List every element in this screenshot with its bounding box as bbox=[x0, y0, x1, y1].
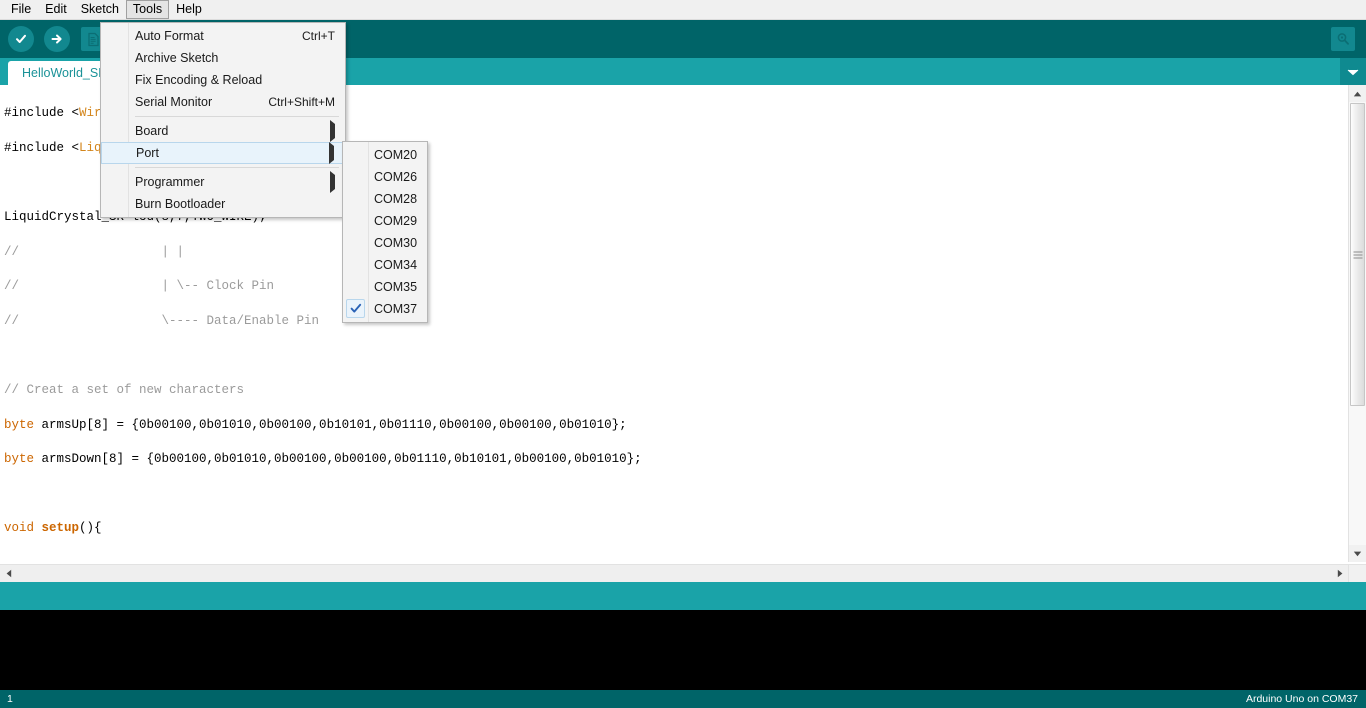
port-label: COM28 bbox=[374, 192, 418, 206]
checkmark-icon bbox=[346, 299, 365, 318]
port-label: COM29 bbox=[374, 214, 418, 228]
submenu-arrow-icon bbox=[330, 171, 335, 193]
tab-menu-button[interactable] bbox=[1340, 58, 1366, 85]
upload-button[interactable] bbox=[42, 24, 72, 54]
menu-file[interactable]: File bbox=[4, 0, 38, 19]
status-bar: 1 Arduino Uno on COM37 bbox=[0, 690, 1366, 708]
menu-item-fix-encoding-reload[interactable]: Fix Encoding & Reload bbox=[101, 69, 345, 91]
port-label: COM35 bbox=[374, 280, 418, 294]
port-item-com28[interactable]: COM28 bbox=[343, 188, 427, 210]
menu-help[interactable]: Help bbox=[169, 0, 209, 19]
menu-separator bbox=[135, 167, 339, 168]
menu-tools[interactable]: Tools bbox=[125, 0, 170, 19]
port-label: COM26 bbox=[374, 170, 418, 184]
menu-item-archive-sketch[interactable]: Archive Sketch bbox=[101, 47, 345, 69]
port-label: COM34 bbox=[374, 258, 418, 272]
editor-vertical-scrollbar[interactable] bbox=[1348, 85, 1366, 562]
arduino-ide-window: File Edit Sketch Tools Help HelloWorld_S… bbox=[0, 0, 1366, 708]
port-item-com30[interactable]: COM30 bbox=[343, 232, 427, 254]
menu-item-board[interactable]: Board bbox=[101, 120, 345, 142]
menu-item-label: Auto Format bbox=[135, 29, 204, 43]
arrow-right-circle-icon bbox=[44, 26, 70, 52]
serial-monitor-magnifier-icon bbox=[1331, 27, 1355, 51]
code-line: void setup(){ bbox=[4, 521, 102, 536]
scroll-right-arrow-icon[interactable] bbox=[1331, 565, 1348, 582]
menu-item-serial-monitor[interactable]: Serial Monitor Ctrl+Shift+M bbox=[101, 91, 345, 113]
port-item-com37[interactable]: COM37 bbox=[343, 298, 427, 320]
menu-sketch[interactable]: Sketch bbox=[74, 0, 126, 19]
tab-label: HelloWorld_SR bbox=[22, 66, 108, 80]
port-item-com29[interactable]: COM29 bbox=[343, 210, 427, 232]
menu-item-auto-format[interactable]: Auto Format Ctrl+T bbox=[101, 25, 345, 47]
scroll-down-arrow-icon[interactable] bbox=[1349, 545, 1366, 562]
code-line: // \---- Data/Enable Pin bbox=[4, 313, 320, 328]
menu-item-label: Burn Bootloader bbox=[135, 197, 226, 211]
scroll-grip-icon bbox=[1353, 249, 1362, 260]
console-output[interactable] bbox=[0, 610, 1366, 690]
tools-dropdown-menu: Auto Format Ctrl+T Archive Sketch Fix En… bbox=[100, 22, 346, 218]
port-label: COM37 bbox=[374, 302, 418, 316]
menu-item-label: Port bbox=[136, 146, 159, 160]
menu-edit[interactable]: Edit bbox=[38, 0, 74, 19]
board-port-status: Arduino Uno on COM37 bbox=[1245, 693, 1358, 705]
port-submenu: COM20 COM26 COM28 COM29 COM30 COM34 COM3… bbox=[342, 141, 428, 323]
menu-item-shortcut: Ctrl+T bbox=[302, 29, 335, 43]
menu-item-label: Archive Sketch bbox=[135, 51, 219, 65]
editor-horizontal-scrollbar[interactable] bbox=[0, 564, 1348, 582]
verify-button[interactable] bbox=[6, 24, 36, 54]
submenu-arrow-icon bbox=[330, 120, 335, 142]
submenu-arrow-icon bbox=[329, 142, 334, 164]
code-line: byte armsDown[8] = {0b00100,0b01010,0b00… bbox=[4, 452, 642, 467]
code-line: // | | bbox=[4, 244, 185, 259]
scroll-left-arrow-icon[interactable] bbox=[0, 565, 17, 582]
port-label: COM20 bbox=[374, 148, 418, 162]
port-label: COM30 bbox=[374, 236, 418, 250]
serial-monitor-button[interactable] bbox=[1328, 24, 1358, 54]
menu-item-port[interactable]: Port bbox=[101, 142, 345, 164]
menu-item-label: Programmer bbox=[135, 175, 205, 189]
menu-item-label: Board bbox=[135, 124, 169, 138]
code-line: // Creat a set of new characters bbox=[4, 383, 245, 398]
chevron-down-icon bbox=[1347, 65, 1359, 79]
vertical-scroll-thumb[interactable] bbox=[1350, 103, 1365, 406]
port-item-com35[interactable]: COM35 bbox=[343, 276, 427, 298]
menu-separator bbox=[135, 116, 339, 117]
port-item-com26[interactable]: COM26 bbox=[343, 166, 427, 188]
menu-bar: File Edit Sketch Tools Help bbox=[0, 0, 1366, 20]
port-item-com34[interactable]: COM34 bbox=[343, 254, 427, 276]
check-circle-icon bbox=[8, 26, 34, 52]
code-line: // | \-- Clock Pin bbox=[4, 279, 275, 294]
code-line: byte armsUp[8] = {0b00100,0b01010,0b0010… bbox=[4, 417, 627, 432]
line-number-indicator: 1 bbox=[7, 693, 13, 705]
menu-item-burn-bootloader[interactable]: Burn Bootloader bbox=[101, 193, 345, 215]
scrollbar-corner bbox=[1348, 564, 1366, 582]
menu-item-label: Serial Monitor bbox=[135, 95, 213, 109]
menu-item-label: Fix Encoding & Reload bbox=[135, 73, 263, 87]
menu-item-shortcut: Ctrl+Shift+M bbox=[268, 95, 335, 109]
console-header-bar bbox=[0, 582, 1366, 610]
menu-item-programmer[interactable]: Programmer bbox=[101, 171, 345, 193]
port-item-com20[interactable]: COM20 bbox=[343, 144, 427, 166]
scroll-up-arrow-icon[interactable] bbox=[1349, 85, 1366, 102]
